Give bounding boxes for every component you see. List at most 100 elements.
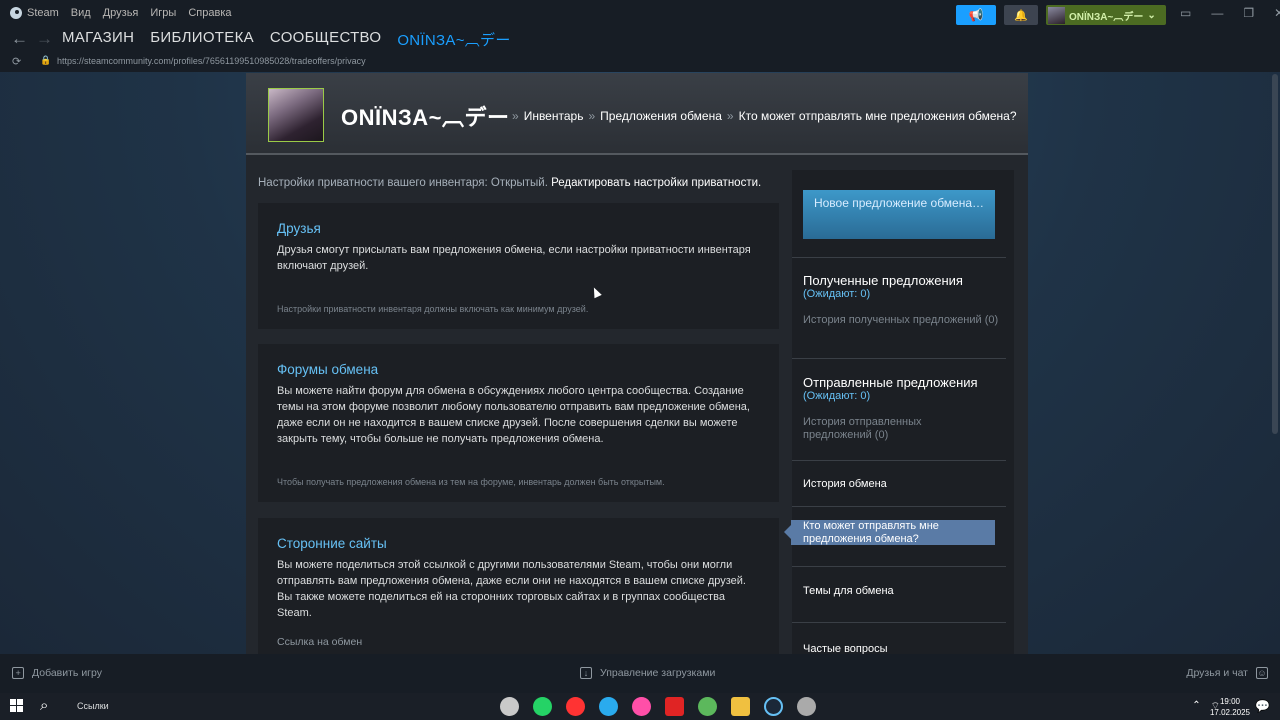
friends-chat-button[interactable]: Друзья и чат ☺ — [1186, 667, 1268, 679]
sidebar-item-who-can-send[interactable]: Кто может отправлять мне предложения обм… — [784, 520, 995, 545]
steam-taskbar-icon[interactable] — [764, 697, 783, 716]
big-picture-icon[interactable]: ▭ — [1180, 6, 1191, 20]
account-menu-button[interactable]: ONÏNЗA~︹デー ⌄ — [1046, 5, 1166, 25]
close-icon[interactable]: ✕ — [1274, 6, 1280, 20]
plus-icon: + — [12, 667, 24, 679]
steam-menu-label: Steam — [27, 7, 59, 19]
back-arrow-icon[interactable]: ← — [11, 29, 28, 49]
card-body: Вы можете найти форум для обмена в обсуж… — [277, 385, 750, 445]
minimize-icon[interactable]: — — [1211, 6, 1223, 20]
card-title: Друзья — [277, 221, 321, 236]
forward-arrow-icon[interactable]: → — [36, 29, 53, 49]
menu-friends[interactable]: Друзья — [103, 7, 139, 19]
lock-icon: 🔒 — [40, 55, 52, 65]
yandex-browser-icon[interactable] — [566, 697, 585, 716]
friends-chat-label: Друзья и чат — [1186, 667, 1248, 679]
taskbar-links-label[interactable]: Ссылки — [77, 701, 109, 711]
card-third-party-sites: Сторонние сайты Вы можете поделиться это… — [258, 518, 779, 654]
bottom-bar: + Добавить игру ↓ Управление загрузками Др… — [0, 654, 1280, 693]
breadcrumb-current: Кто может отправлять мне предложения обм… — [738, 109, 1017, 123]
menu-view[interactable]: Вид — [71, 7, 91, 19]
megaphone-icon: 📢 — [968, 8, 984, 22]
breadcrumb-separator: » — [512, 109, 519, 123]
downloads-button[interactable]: ↓ Управление загрузками — [580, 667, 715, 679]
breadcrumb: » Инвентарь » Предложения обмена » Кто м… — [512, 109, 1017, 123]
url-bar: ⟳ 🔒 https://steamcommunity.com/profiles/… — [0, 52, 1280, 72]
profile-name[interactable]: ONÏNЗA~︹デー — [341, 100, 510, 132]
breadcrumb-separator: » — [588, 109, 596, 123]
whatsapp-icon[interactable] — [533, 697, 552, 716]
friends-icon: ☺ — [1256, 667, 1268, 679]
divider — [792, 358, 1006, 359]
divider — [792, 257, 1006, 258]
tab-profile[interactable]: ONÏNЗA~︹デー — [397, 29, 511, 54]
clock-date: 17.02.2025 — [1209, 708, 1250, 717]
yandex-icon[interactable] — [665, 697, 684, 716]
tab-library[interactable]: БИБЛИОТЕКА — [150, 29, 254, 54]
divider — [792, 566, 1006, 567]
menu-games[interactable]: Игры — [150, 7, 176, 19]
menu-bar: Steam Вид Друзья Игры Справка — [10, 7, 232, 19]
sent-offers-section[interactable]: Отправленные предложения (Ожидают: 0) Ис… — [792, 375, 1006, 442]
received-offers-section[interactable]: Полученные предложения (Ожидают: 0) Исто… — [792, 273, 1006, 327]
add-game-label: Добавить игру — [32, 667, 102, 679]
windows-start-icon[interactable] — [10, 699, 23, 712]
sidebar-item-trade-topics[interactable]: Темы для обмена — [803, 585, 894, 597]
window-controls: ▭ — ❐ ✕ — [1180, 6, 1280, 20]
clock-time: 19:00 — [1219, 697, 1240, 706]
menu-help[interactable]: Справка — [188, 7, 231, 19]
received-offers-history-link[interactable]: История полученных предложений (0) — [803, 314, 1003, 327]
steam-logo-icon — [10, 7, 22, 19]
os-taskbar: ⌕ Ссылки ⌃ ⌔ 19:00 17.02.2025 💬 — [0, 693, 1280, 720]
sent-offers-history-link[interactable]: История отправленных предложений (0) — [803, 416, 943, 442]
divider — [792, 622, 1006, 623]
app-pink-icon[interactable] — [632, 697, 651, 716]
refresh-icon[interactable]: ⟳ — [12, 55, 21, 68]
search-icon[interactable]: ⌕ — [40, 697, 48, 714]
url-text[interactable]: https://steamcommunity.com/profiles/7656… — [57, 56, 366, 66]
app-green-icon[interactable] — [698, 697, 717, 716]
received-offers-waiting: (Ожидают: 0) — [803, 288, 871, 300]
tab-community[interactable]: СООБЩЕСТВО — [270, 29, 381, 54]
telegram-icon[interactable] — [599, 697, 618, 716]
inventory-privacy-line: Настройки приватности вашего инвентаря: … — [258, 177, 761, 189]
new-trade-offer-button[interactable]: Новое предложение обмена… — [803, 190, 995, 239]
edit-privacy-link[interactable]: Редактировать настройки приватности. — [551, 177, 761, 189]
breadcrumb-separator: » — [726, 109, 734, 123]
steam-menu[interactable]: Steam — [10, 7, 59, 19]
card-note: Настройки приватности инвентаря должны в… — [277, 304, 589, 314]
tab-store[interactable]: МАГАЗИН — [62, 29, 134, 54]
card-title[interactable]: Форумы обмена — [277, 362, 760, 377]
announcements-button[interactable]: 📢 — [956, 5, 996, 25]
card-body: Вы можете поделиться этой ссылкой с друг… — [277, 559, 746, 619]
obs-icon[interactable] — [797, 697, 816, 716]
chevron-down-icon: ⌄ — [1147, 9, 1156, 21]
app-browser-icon[interactable] — [500, 697, 519, 716]
sent-offers-title[interactable]: Отправленные предложения — [803, 375, 1006, 390]
scrollbar[interactable] — [1272, 74, 1278, 434]
chevron-up-icon[interactable]: ⌃ — [1192, 700, 1200, 713]
taskbar-apps — [500, 697, 816, 716]
avatar — [1048, 6, 1065, 24]
received-offers-title[interactable]: Полученные предложения — [803, 273, 1006, 288]
breadcrumb-inventory[interactable]: Инвентарь — [524, 109, 584, 123]
breadcrumb-trade-offers[interactable]: Предложения обмена — [600, 109, 722, 123]
privacy-status: Настройки приватности вашего инвентаря: … — [258, 177, 548, 189]
trade-link-label: Ссылка на обмен — [277, 636, 363, 648]
nav-tabs: МАГАЗИН БИБЛИОТЕКА СООБЩЕСТВО ONÏNЗA~︹デー — [62, 29, 511, 54]
sidebar-item-trade-history[interactable]: История обмена — [803, 478, 887, 490]
add-game-button[interactable]: + Добавить игру — [12, 667, 102, 679]
profile-avatar[interactable] — [268, 88, 324, 142]
downloads-label: Управление загрузками — [600, 667, 716, 679]
download-icon: ↓ — [580, 667, 592, 679]
notifications-button[interactable]: 🔔 — [1004, 5, 1038, 25]
maximize-icon[interactable]: ❐ — [1243, 6, 1254, 20]
notes-icon[interactable] — [731, 697, 750, 716]
card-trade-forums: Форумы обмена Вы можете найти форум для … — [258, 344, 779, 502]
card-title: Сторонние сайты — [277, 536, 387, 551]
notification-center-icon[interactable]: 💬 — [1255, 699, 1270, 713]
account-name: ONÏNЗA~︹デー — [1069, 11, 1144, 23]
bell-icon: 🔔 — [1014, 9, 1028, 22]
sent-offers-waiting: (Ожидают: 0) — [803, 390, 871, 402]
clock[interactable]: 19:00 17.02.2025 — [1210, 696, 1250, 718]
